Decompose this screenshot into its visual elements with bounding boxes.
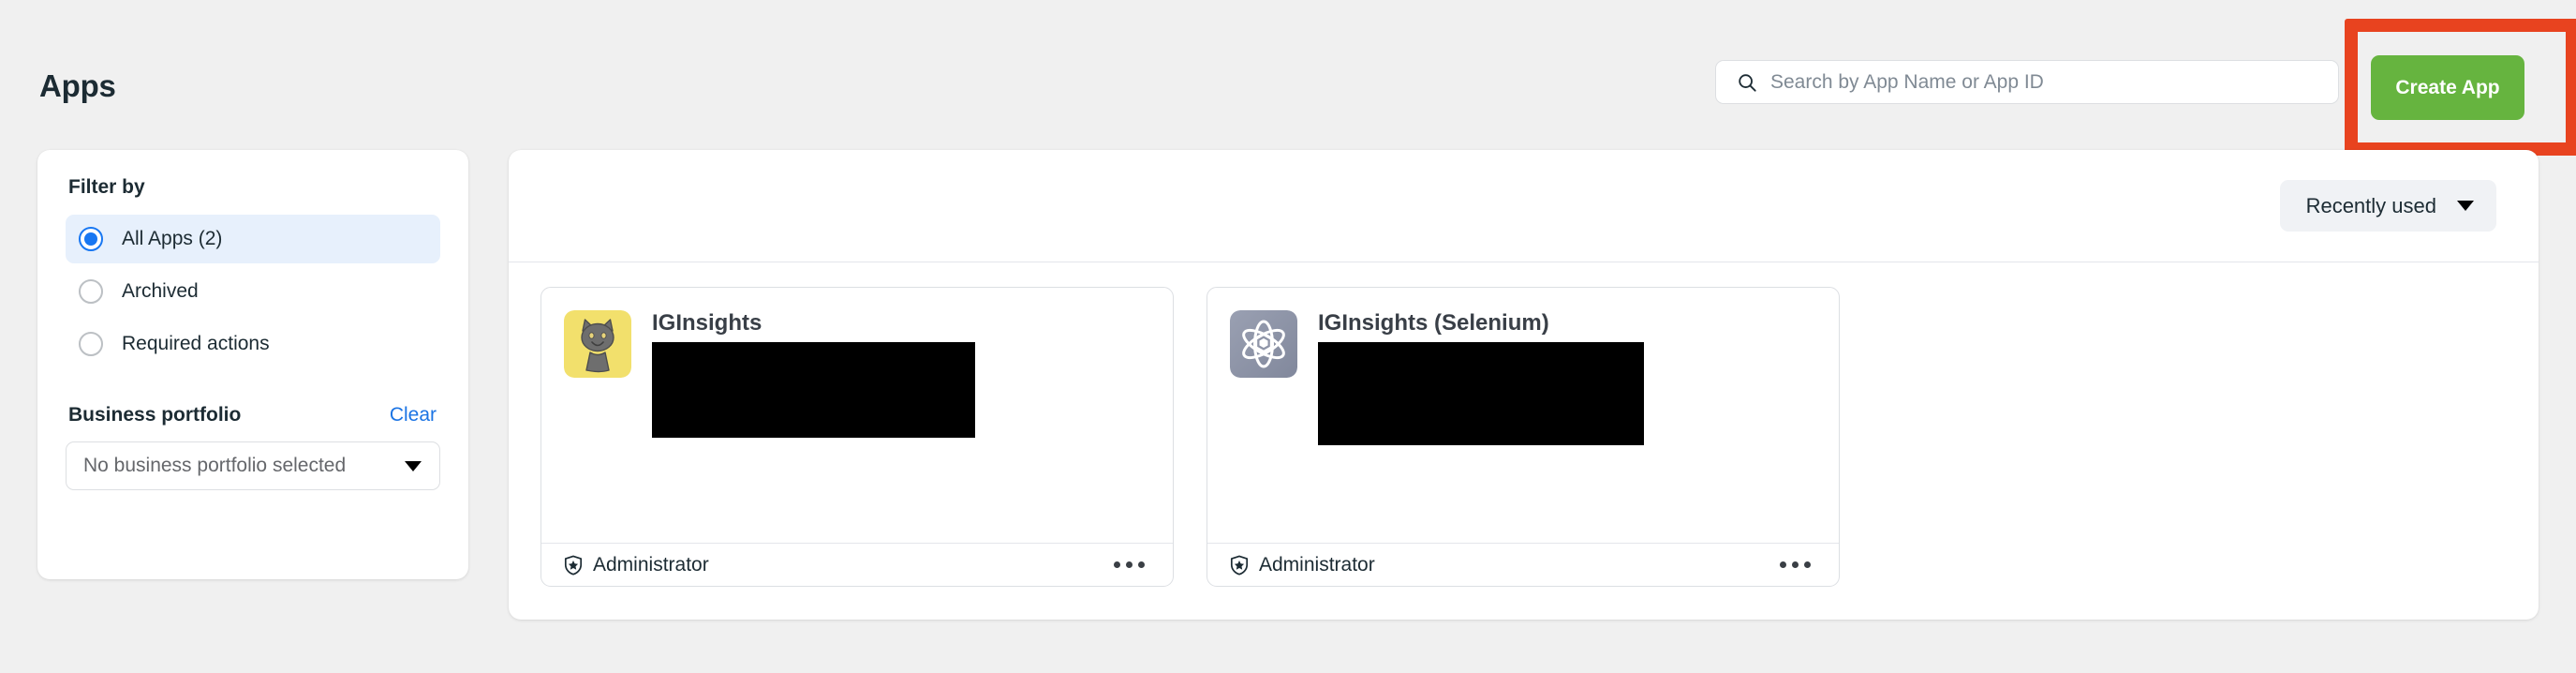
radio-all-apps[interactable] <box>79 227 103 251</box>
cat-avatar-icon <box>564 310 631 378</box>
app-role-label: Administrator <box>1259 553 1375 576</box>
search-icon <box>1739 73 1756 92</box>
app-card-menu-button[interactable] <box>1108 556 1150 574</box>
app-meta: IGInsights <box>652 310 975 438</box>
apps-card-list: IGInsights Administrator IGInsights (Sel… <box>509 262 2539 587</box>
app-role-label: Administrator <box>593 553 709 576</box>
ellipsis-icon <box>1780 561 1786 568</box>
apps-toolbar: Recently used <box>509 150 2539 262</box>
search-box[interactable] <box>1715 60 2339 104</box>
filter-option-label: All Apps (2) <box>122 228 223 249</box>
filter-option-all-apps[interactable]: All Apps (2) <box>66 215 440 263</box>
atom-avatar-icon <box>1230 310 1297 378</box>
apps-page: Apps Create App Filter by All Apps (2) A… <box>0 0 2576 673</box>
radio-required-actions[interactable] <box>79 332 103 356</box>
shield-star-icon <box>1230 555 1249 576</box>
app-card-body: IGInsights (Selenium) <box>1207 288 1839 445</box>
business-portfolio-heading: Business portfolio <box>68 404 242 426</box>
ellipsis-icon <box>1114 561 1120 568</box>
app-card-footer: Administrator <box>541 543 1173 586</box>
filter-option-label: Archived <box>122 280 199 302</box>
ellipsis-icon <box>1804 561 1811 568</box>
app-card[interactable]: IGInsights (Selenium) Administrator <box>1207 287 1840 587</box>
page-title: Apps <box>39 68 116 103</box>
app-name: IGInsights (Selenium) <box>1318 310 1549 336</box>
ellipsis-icon <box>1126 561 1133 568</box>
app-card-body: IGInsights <box>541 288 1173 438</box>
apps-main-panel: Recently used IGInsights Administrator I… <box>509 150 2539 620</box>
search-input[interactable] <box>1770 61 2295 103</box>
app-card[interactable]: IGInsights Administrator <box>540 287 1174 587</box>
redacted-block <box>1318 342 1644 445</box>
ellipsis-icon <box>1138 561 1145 568</box>
app-name: IGInsights <box>652 310 762 336</box>
shield-star-icon <box>564 555 583 576</box>
business-portfolio-select[interactable]: No business portfolio selected <box>66 441 440 490</box>
chevron-down-icon <box>2457 201 2474 211</box>
clear-filters-link[interactable]: Clear <box>390 404 437 426</box>
radio-archived[interactable] <box>79 279 103 304</box>
filter-option-required-actions[interactable]: Required actions <box>66 320 440 368</box>
business-portfolio-row: Business portfolio Clear <box>66 404 440 426</box>
app-card-menu-button[interactable] <box>1774 556 1816 574</box>
redacted-block <box>652 342 975 438</box>
app-card-footer: Administrator <box>1207 543 1839 586</box>
sort-by-button[interactable]: Recently used <box>2279 180 2496 232</box>
app-role: Administrator <box>1228 554 1375 576</box>
filter-by-heading: Filter by <box>68 176 145 198</box>
app-role: Administrator <box>562 554 709 576</box>
business-portfolio-value: No business portfolio selected <box>83 455 347 476</box>
filter-option-label: Required actions <box>122 333 270 354</box>
chevron-down-icon <box>405 460 422 471</box>
sort-by-label: Recently used <box>2305 193 2436 217</box>
ellipsis-icon <box>1792 561 1799 568</box>
filter-sidebar: Filter by All Apps (2) Archived Required… <box>37 150 468 579</box>
app-meta: IGInsights (Selenium) <box>1318 310 1644 445</box>
create-app-button[interactable]: Create App <box>2371 55 2524 120</box>
filter-option-archived[interactable]: Archived <box>66 267 440 316</box>
